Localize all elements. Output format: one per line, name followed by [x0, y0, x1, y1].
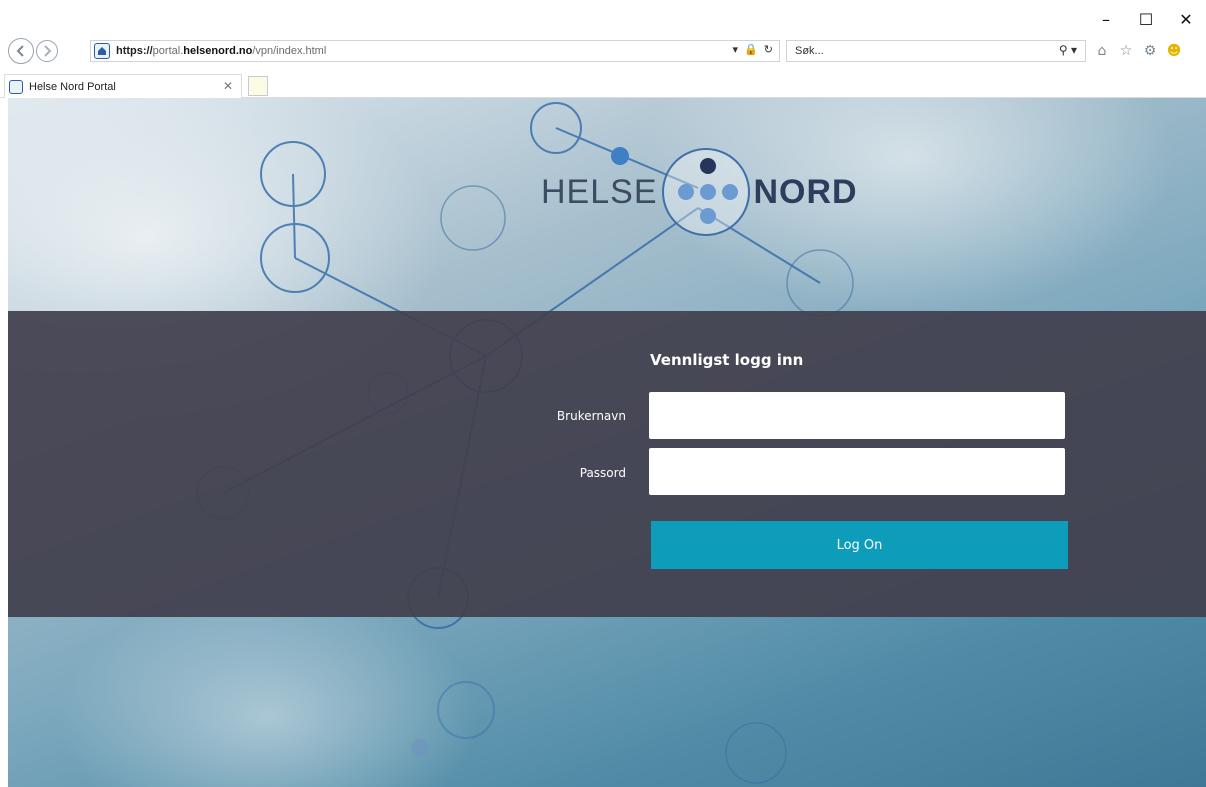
tab-bar: Helse Nord Portal ✕: [0, 72, 1206, 98]
url-host-prefix: portal.: [152, 45, 184, 57]
tab-favicon-icon: [9, 79, 23, 94]
log-on-button[interactable]: Log On: [651, 521, 1068, 569]
url-host: helsenord.no: [183, 45, 253, 57]
helse-nord-logo: HELSE NORD: [541, 148, 858, 236]
site-favicon-icon: [94, 43, 110, 59]
lock-icon[interactable]: 🔒: [744, 43, 758, 56]
home-icon[interactable]: ⌂: [1093, 42, 1111, 60]
page-content: HELSE NORD Vennligst logg inn Brukernavn…: [8, 98, 1206, 787]
url-path: /vpn/index.html: [252, 45, 327, 57]
maximize-icon[interactable]: ☐: [1126, 8, 1166, 30]
smiley-feedback-icon[interactable]: ☻: [1165, 42, 1183, 60]
forward-arrow-icon: [44, 45, 52, 57]
password-field[interactable]: [649, 448, 1065, 495]
new-tab-button[interactable]: [248, 76, 268, 96]
navigation-bar: https://portal. helsenord.no/vpn/index.ht…: [0, 36, 1206, 66]
logo-dots-icon: [661, 148, 750, 236]
login-panel: Vennligst logg inn Brukernavn Passord Lo…: [8, 311, 1206, 617]
username-field[interactable]: [649, 392, 1065, 439]
back-arrow-icon: [16, 45, 24, 57]
window-controls: – ☐ ✕: [1086, 8, 1206, 30]
logo-text-right: NORD: [753, 172, 858, 211]
login-title: Vennligst logg inn: [650, 351, 804, 369]
password-label: Passord: [579, 466, 626, 480]
tab-helse-nord-portal[interactable]: Helse Nord Portal ✕: [4, 74, 242, 98]
refresh-icon[interactable]: ↻: [764, 43, 773, 56]
search-placeholder: Søk...: [795, 45, 824, 57]
forward-button[interactable]: [36, 40, 58, 62]
tab-title: Helse Nord Portal: [29, 80, 116, 93]
search-icon[interactable]: ⚲ ▾: [1059, 43, 1077, 57]
favorites-star-icon[interactable]: ☆: [1117, 42, 1135, 60]
close-tab-icon[interactable]: ✕: [223, 79, 233, 93]
dropdown-arrow-icon[interactable]: ▾: [733, 43, 739, 56]
minimize-icon[interactable]: –: [1086, 8, 1126, 30]
address-bar[interactable]: https://portal. helsenord.no/vpn/index.ht…: [90, 40, 780, 62]
logo-text-left: HELSE: [541, 172, 658, 211]
url-protocol: https://: [116, 45, 153, 57]
close-window-icon[interactable]: ✕: [1166, 8, 1206, 30]
settings-gear-icon[interactable]: ⚙: [1141, 42, 1159, 60]
search-input[interactable]: Søk... ⚲ ▾: [786, 40, 1086, 62]
username-label: Brukernavn: [556, 409, 626, 423]
back-button[interactable]: [8, 38, 34, 64]
